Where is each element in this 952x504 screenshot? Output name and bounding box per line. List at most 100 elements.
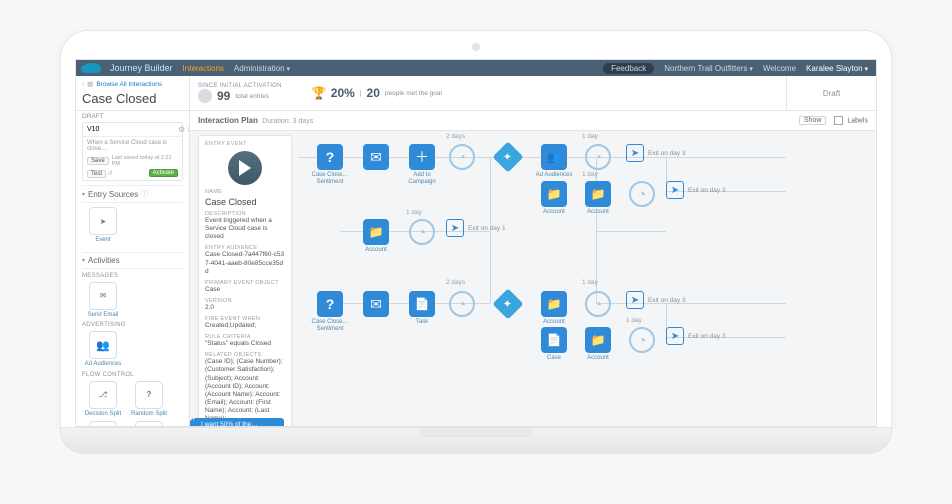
node-case-close-sentiment-2[interactable]: Case Close… Sentiment <box>308 291 352 332</box>
tile-random-split[interactable]: Random Split <box>128 381 170 418</box>
entry-related: (Case ID); (Case Number); (Customer Sati… <box>205 358 285 423</box>
node-email-2[interactable] <box>354 291 398 317</box>
undo-icon[interactable]: ↺ <box>108 171 113 177</box>
group-flow-control: FLOW CONTROL <box>82 372 183 381</box>
mail-icon <box>100 291 107 300</box>
journey-canvas[interactable]: Interaction Plan Duration: 3 days Show L… <box>190 111 876 427</box>
welcome-label: Welcome <box>763 64 796 73</box>
time-1day-b: 1 day <box>582 171 598 178</box>
breadcrumb-link[interactable]: Browse All Interactions <box>96 81 162 88</box>
last-saved: Last saved today at 2:21 PM <box>112 155 178 167</box>
breadcrumb: ‹ ▦ Browse All Interactions <box>82 80 183 88</box>
goal-ribbon[interactable]: I want 50% of the… <box>193 418 284 427</box>
event-icon <box>100 217 107 226</box>
test-button[interactable]: Test <box>87 170 106 178</box>
time-2days-a: 2 days <box>446 133 465 140</box>
decision-split-icon <box>98 390 107 399</box>
show-toggle[interactable]: Show <box>799 116 827 125</box>
node-account-2[interactable]: Account <box>354 219 398 254</box>
app-screen: Journey Builder Interactions Administrat… <box>75 59 877 427</box>
person-icon <box>198 89 212 103</box>
section-entry-sources[interactable]: ▾ Entry Sources ⓘ <box>82 185 183 203</box>
node-wait-6[interactable] <box>576 291 620 317</box>
exit-day3-c[interactable]: Exit on day 3 <box>626 291 686 309</box>
user-menu[interactable]: Karalee Slayton <box>806 64 868 73</box>
node-wait-4[interactable] <box>400 219 444 245</box>
laptop-base <box>60 428 892 454</box>
page-header: ‹ ▦ Browse All Interactions Case Closed … <box>76 76 876 111</box>
node-ad-audiences[interactable]: Ad Audiences <box>532 144 576 179</box>
node-case-close-sentiment[interactable]: Case Close… Sentiment <box>308 144 352 185</box>
page-title: Case Closed <box>82 91 183 106</box>
chevron-down-icon: ▾ <box>82 257 85 264</box>
node-account-3[interactable]: Account <box>532 291 576 326</box>
node-engagement-split-2[interactable] <box>486 293 530 315</box>
audiences-icon <box>96 339 110 352</box>
activate-button[interactable]: Activate <box>149 169 178 177</box>
laptop-camera <box>472 43 480 51</box>
random-split-icon <box>147 390 152 399</box>
time-1day-c: 1 day <box>406 209 422 216</box>
entry-fire: Created;Updated; <box>205 322 285 330</box>
trophy-icon: 🏆 <box>312 86 326 100</box>
time-1day-e: 1 day <box>626 317 642 324</box>
tile-join[interactable]: Join <box>128 421 170 427</box>
goal-sep: | <box>360 90 362 97</box>
goal-count: 20 <box>367 86 380 100</box>
group-advertising: ADVERTISING <box>82 322 183 331</box>
tile-decision-split[interactable]: Decision Split <box>82 381 124 418</box>
exit-day3-d[interactable]: Exit on day 3 <box>666 327 726 345</box>
node-task[interactable]: Task <box>400 291 444 326</box>
node-engagement-split-1[interactable] <box>486 146 530 168</box>
group-messages: MESSAGES <box>82 273 183 282</box>
node-account-0[interactable]: Account <box>532 181 576 216</box>
entry-audience: Case Closed-7a447f60-c537-4041-aaeb-80e8… <box>205 251 285 275</box>
app-title: Journey Builder <box>110 63 173 73</box>
save-button[interactable]: Save <box>87 157 109 165</box>
exit-day3-a[interactable]: Exit on day 3 <box>626 144 686 162</box>
entry-rule: "Status" equals Closed <box>205 340 285 348</box>
node-wait-5[interactable] <box>440 291 484 317</box>
node-wait-3[interactable] <box>620 181 664 207</box>
app-top-bar: Journey Builder Interactions Administrat… <box>76 60 876 76</box>
entry-event-card: ENTRY EVENT NAME Case Closed DESCRIPTION… <box>198 135 292 427</box>
goal-label: people met the goal <box>385 90 442 97</box>
tile-engagement-split[interactable]: Engagement Split <box>82 421 124 427</box>
back-chevron-icon[interactable]: ‹ <box>82 81 84 88</box>
chevron-down-icon: ▾ <box>82 191 85 198</box>
tile-ad-audiences[interactable]: Ad Audiences <box>82 331 124 368</box>
start-node[interactable] <box>228 151 262 185</box>
labels-checkbox[interactable]: Labels <box>832 114 868 127</box>
entry-version: 2.0 <box>205 304 285 312</box>
tile-event[interactable]: Event <box>82 207 124 244</box>
version-settings-icon[interactable]: ⚙ <box>178 125 185 134</box>
node-wait-2[interactable] <box>576 144 620 170</box>
total-entries-value: 99 <box>217 89 230 103</box>
org-switcher[interactable]: Northern Trail Outfitters <box>664 64 753 73</box>
info-icon[interactable]: ⓘ <box>141 189 148 199</box>
section-activities[interactable]: ▾ Activities <box>82 252 183 269</box>
node-email-1[interactable] <box>354 144 398 170</box>
tile-send-email[interactable]: Send Email <box>82 282 124 319</box>
version-panel: ⚙ ≣ When a Service Cloud case is close… … <box>82 122 183 181</box>
nav-administration[interactable]: Administration <box>234 64 290 73</box>
node-case[interactable]: Case <box>532 327 576 362</box>
feedback-button[interactable]: Feedback <box>603 63 654 74</box>
entry-object: Case <box>205 286 285 294</box>
nav-interactions[interactable]: Interactions <box>183 64 224 73</box>
time-1day-a: 1 day <box>582 133 598 140</box>
entry-name: Case Closed <box>205 197 285 207</box>
list-view-icon[interactable]: ▦ <box>87 80 93 88</box>
plan-header: Interaction Plan Duration: 3 days Show L… <box>190 111 876 131</box>
node-account-4[interactable]: Account <box>576 327 620 362</box>
exit-day3-b[interactable]: Exit on day 3 <box>666 181 726 199</box>
metrics-since-label: SINCE INITIAL ACTIVATION <box>198 83 282 89</box>
node-wait-1[interactable] <box>440 144 484 170</box>
entry-description: Event triggered when a Service Cloud cas… <box>205 217 285 241</box>
node-account-1[interactable]: Account <box>576 181 620 216</box>
total-entries-label: total entries <box>235 93 269 100</box>
exit-day1[interactable]: Exit on day 1 <box>446 219 506 237</box>
node-wait-7[interactable] <box>620 327 664 353</box>
version-input[interactable] <box>87 126 178 133</box>
node-add-to-campaign[interactable]: Add to Campaign <box>400 144 444 185</box>
